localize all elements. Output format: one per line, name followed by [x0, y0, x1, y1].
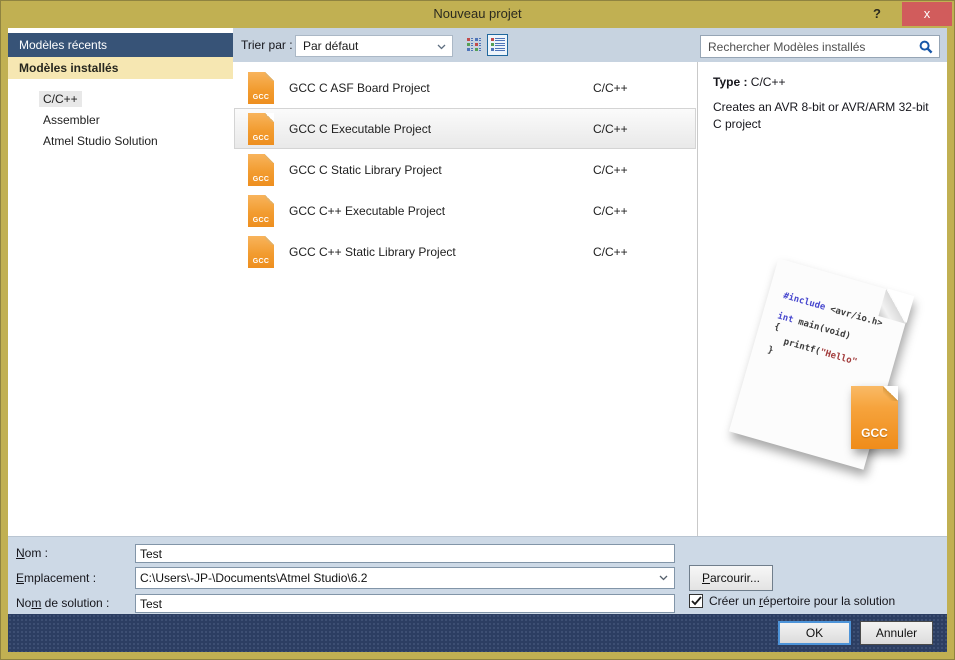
medium-icons-view-icon [466, 37, 482, 53]
template-category: C/C++ [593, 204, 685, 218]
browse-button[interactable]: Parcourir... [689, 565, 773, 591]
type-value: C/C++ [751, 75, 786, 89]
name-input[interactable] [135, 544, 675, 563]
solution-name-label: Nom de solution : [16, 596, 109, 610]
search-icon[interactable] [919, 40, 933, 54]
dialog-footer: OK Annuler [8, 614, 947, 652]
sidebar-category-list: C/C++ Assembler Atmel Studio Solution [8, 91, 233, 149]
sort-by-label: Trier par : [241, 38, 293, 52]
project-form: Nom : Emplacement : C:\Users\-JP-\Docume… [8, 536, 947, 614]
name-label: Nom : [16, 546, 48, 560]
gcc-file-icon: GCC [248, 195, 274, 227]
category-sidebar: Modèles récents Modèles installés C/C++ … [8, 28, 233, 536]
close-button[interactable]: x [902, 2, 952, 26]
template-name: GCC C++ Static Library Project [289, 245, 456, 259]
template-row[interactable]: GCC GCC C ASF Board Project C/C++ [234, 67, 696, 108]
template-row[interactable]: GCC GCC C++ Executable Project C/C++ [234, 190, 696, 231]
details-panel: Type : C/C++ C/C++ Creates an AVR 8-bit … [699, 62, 947, 536]
main-area: Modèles récents Modèles installés C/C++ … [8, 28, 947, 536]
new-project-dialog: Nouveau projet ? x Modèles récents Modèl… [0, 0, 955, 660]
template-list: GCC GCC C ASF Board Project C/C++ GCC GC… [233, 62, 698, 536]
help-button[interactable]: ? [863, 0, 891, 28]
gcc-file-icon: GCC [248, 72, 274, 104]
page-fold-icon [265, 113, 274, 122]
page-fold-icon [883, 386, 898, 401]
question-icon: ? [873, 6, 881, 21]
template-category: C/C++ [593, 163, 685, 177]
small-icons-view-icon [490, 37, 506, 53]
template-row[interactable]: GCC GCC C++ Static Library Project C/C++ [234, 231, 696, 272]
create-directory-checkbox[interactable] [689, 594, 703, 608]
chevron-down-icon [437, 44, 446, 50]
sort-dropdown[interactable]: Par défaut [295, 35, 453, 57]
page-fold-icon [265, 154, 274, 163]
view-mode-buttons [463, 34, 508, 56]
medium-icons-view-button[interactable] [463, 34, 484, 56]
checkmark-icon [691, 596, 702, 606]
template-name: GCC C Executable Project [289, 122, 431, 136]
template-category: C/C++ [593, 245, 685, 259]
template-name: GCC C++ Executable Project [289, 204, 445, 218]
page-fold-icon [265, 236, 274, 245]
window-title: Nouveau projet [0, 0, 955, 28]
gcc-file-icon: GCC [248, 113, 274, 145]
sidebar-header-recent-templates[interactable]: Modèles récents [8, 33, 233, 57]
location-value: C:\Users\-JP-\Documents\Atmel Studio\6.2 [136, 571, 659, 585]
template-row-selected[interactable]: GCC GCC C Executable Project C/C++ [234, 108, 696, 149]
close-icon: x [924, 6, 931, 21]
small-icons-view-button[interactable] [487, 34, 508, 56]
sidebar-header-installed-templates[interactable]: Modèles installés [8, 57, 233, 79]
ok-button[interactable]: OK [778, 621, 851, 645]
chevron-down-icon [659, 575, 668, 581]
page-fold-icon [265, 195, 274, 204]
template-row[interactable]: GCC GCC C Static Library Project C/C++ [234, 149, 696, 190]
toolbar: Trier par : Par défaut [233, 28, 947, 62]
template-description: Creates an AVR 8-bit or AVR/ARM 32-bit C… [713, 99, 935, 133]
template-category: C/C++ [593, 81, 685, 95]
dialog-content: Modèles récents Modèles installés C/C++ … [8, 28, 947, 652]
search-input[interactable] [701, 40, 919, 54]
template-name: GCC C ASF Board Project [289, 81, 430, 95]
search-box [700, 35, 940, 58]
gcc-file-icon: GCC [248, 154, 274, 186]
template-name: GCC C Static Library Project [289, 163, 442, 177]
type-label: Type : [713, 75, 747, 89]
solution-name-input[interactable] [135, 594, 675, 613]
page-fold-icon [265, 72, 274, 81]
template-category: C/C++ [593, 122, 685, 136]
gcc-badge-icon: GCC [851, 386, 898, 449]
preview-code: #include <avr/io.h> int main(void) { pri… [752, 258, 913, 390]
cancel-button[interactable]: Annuler [860, 621, 933, 645]
sidebar-item-atmel-studio-solution[interactable]: Atmel Studio Solution [39, 133, 233, 149]
sidebar-item-assembler[interactable]: Assembler [39, 112, 233, 128]
location-label: Emplacement : [16, 571, 96, 585]
location-combobox[interactable]: C:\Users\-JP-\Documents\Atmel Studio\6.2 [135, 567, 675, 589]
create-directory-label: Créer un répertoire pour la solution [709, 594, 895, 608]
title-bar[interactable]: Nouveau projet ? x [0, 0, 955, 28]
gcc-file-icon: GCC [248, 236, 274, 268]
sidebar-item-cpp[interactable]: C/C++ [39, 91, 233, 107]
